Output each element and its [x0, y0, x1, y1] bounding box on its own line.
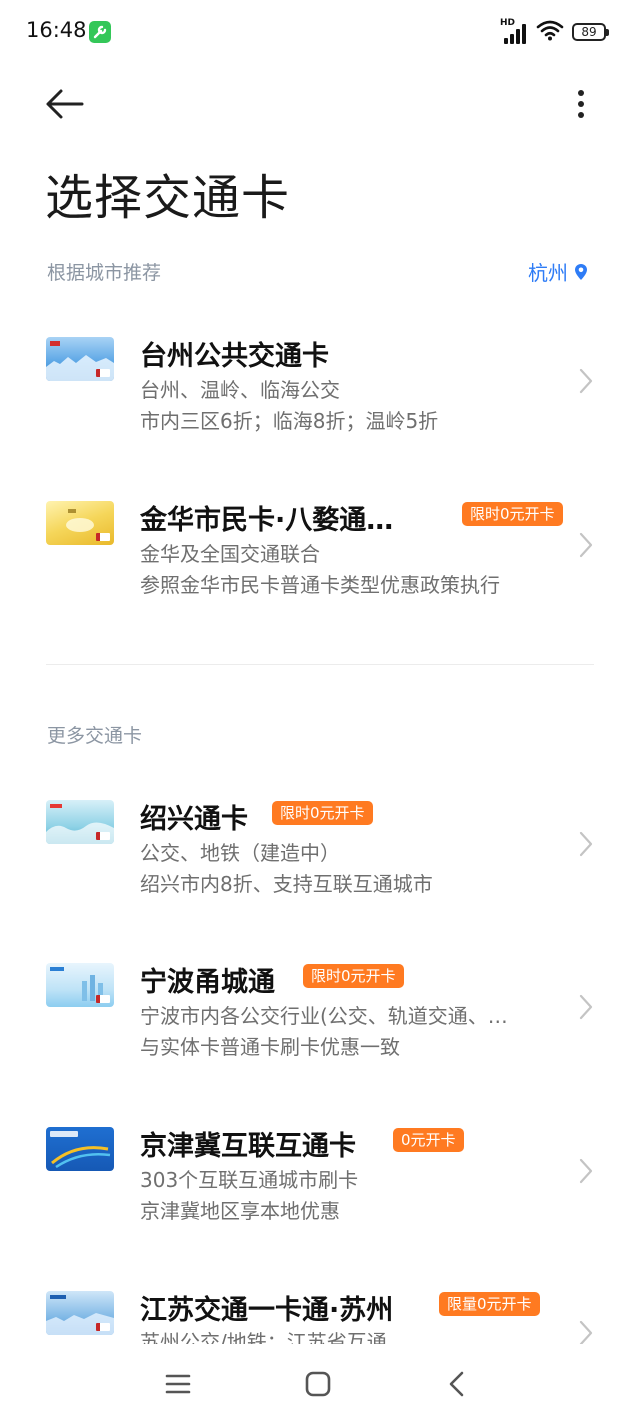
card-item-ningbo[interactable]: 宁波甬城通 限时0元开卡 宁波市内各公交行业(公交、轨道交通、… 与实体卡普通卡… [0, 936, 640, 1076]
system-nav-bar [0, 1344, 640, 1422]
card-description: 金华及全国交通联合 [140, 542, 320, 566]
home-button[interactable] [298, 1364, 338, 1404]
card-discount: 绍兴市内8折、支持互联互通城市 [140, 872, 433, 896]
card-description: 苏州公交/地铁；江苏省互通 [140, 1330, 387, 1344]
promo-badge: 限时0元开卡 [462, 502, 563, 526]
city-name: 杭州 [528, 261, 568, 285]
chevron-right-icon [579, 831, 593, 857]
card-thumbnail [46, 501, 114, 545]
more-section-label: 更多交通卡 [47, 725, 143, 747]
card-name: 宁波甬城通 [140, 967, 275, 998]
status-icons: HD 89 [500, 18, 609, 46]
section-divider [46, 664, 594, 665]
card-name: 绍兴通卡 [140, 804, 248, 835]
recommend-section-label: 根据城市推荐 [47, 262, 162, 284]
card-name: 台州公共交通卡 [140, 341, 329, 372]
chevron-right-icon [579, 1158, 593, 1184]
card-description: 宁波市内各公交行业(公交、轨道交通、… [140, 1004, 508, 1028]
more-vertical-icon [578, 90, 584, 118]
home-square-icon [305, 1371, 331, 1397]
card-description: 303个互联互通城市刷卡 [140, 1168, 359, 1192]
chevron-right-icon [579, 532, 593, 558]
more-options-button[interactable] [566, 82, 596, 126]
battery-icon: 89 [572, 23, 609, 41]
chevron-right-icon [579, 1320, 593, 1344]
promo-badge: 限量0元开卡 [439, 1292, 540, 1316]
card-thumbnail [46, 963, 114, 1007]
card-discount: 市内三区6折；临海8折；温岭5折 [140, 409, 439, 433]
card-thumbnail [46, 337, 114, 381]
card-name: 金华市民卡·八婺通… [140, 505, 394, 536]
back-chevron-icon [449, 1371, 464, 1397]
card-item-taizhou[interactable]: 台州公共交通卡 台州、温岭、临海公交 市内三区6折；临海8折；温岭5折 [0, 310, 640, 450]
card-item-jinhua[interactable]: 金华市民卡·八婺通… 限时0元开卡 金华及全国交通联合 参照金华市民卡普通卡类型… [0, 474, 640, 614]
card-description: 公交、地铁（建造中） [140, 841, 340, 865]
card-name: 京津冀互联互通卡 [140, 1131, 356, 1162]
card-discount: 参照金华市民卡普通卡类型优惠政策执行 [140, 573, 500, 597]
card-item-shaoxing[interactable]: 绍兴通卡 限时0元开卡 公交、地铁（建造中） 绍兴市内8折、支持互联互通城市 [0, 773, 640, 913]
back-button[interactable] [40, 82, 90, 126]
promo-badge: 限时0元开卡 [303, 964, 404, 988]
chevron-right-icon [579, 368, 593, 394]
card-item-jingjinji[interactable]: 京津冀互联互通卡 0元开卡 303个互联互通城市刷卡 京津冀地区享本地优惠 [0, 1100, 640, 1240]
wrench-icon [89, 21, 111, 43]
card-discount: 京津冀地区享本地优惠 [140, 1199, 340, 1223]
wifi-icon [536, 19, 564, 45]
card-item-suzhou[interactable]: 江苏交通一卡通·苏州 限量0元开卡 苏州公交/地铁；江苏省互通 [0, 1264, 640, 1344]
arrow-left-icon [46, 89, 84, 119]
top-bar [0, 80, 640, 128]
card-discount: 与实体卡普通卡刷卡优惠一致 [140, 1035, 400, 1059]
network-label: HD [500, 18, 516, 28]
card-name: 江苏交通一卡通·苏州 [140, 1295, 394, 1326]
city-selector[interactable]: 杭州 [528, 257, 588, 286]
cell-signal-icon: HD [500, 18, 528, 44]
card-thumbnail [46, 1291, 114, 1335]
recent-apps-button[interactable] [158, 1364, 198, 1404]
card-thumbnail [46, 1127, 114, 1171]
status-bar: 16:48 HD 89 [0, 0, 640, 64]
page-title: 选择交通卡 [45, 170, 291, 226]
system-back-button[interactable] [438, 1364, 478, 1404]
card-description: 台州、温岭、临海公交 [140, 378, 340, 402]
status-time: 16:48 [26, 18, 87, 42]
location-pin-icon [575, 263, 587, 280]
promo-badge: 0元开卡 [393, 1128, 464, 1152]
menu-icon [165, 1374, 191, 1394]
promo-badge: 限时0元开卡 [272, 801, 373, 825]
card-thumbnail [46, 800, 114, 844]
chevron-right-icon [579, 994, 593, 1020]
